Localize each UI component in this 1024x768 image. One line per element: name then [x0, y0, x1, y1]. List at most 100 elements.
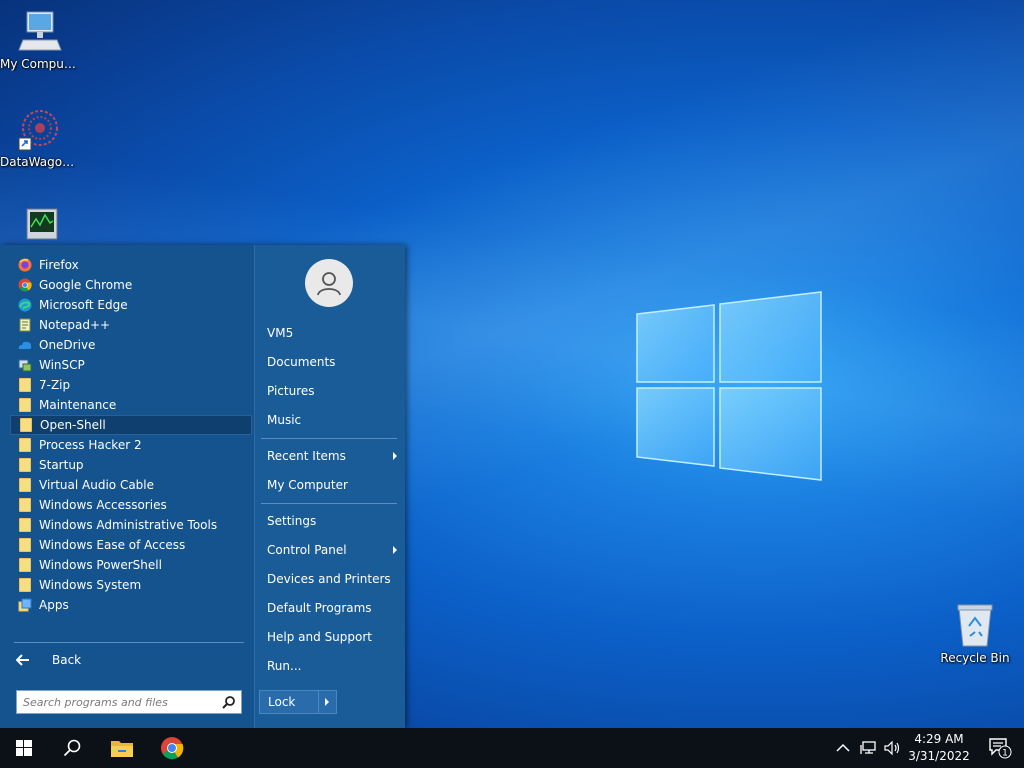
desktop-icon-recycle-bin[interactable]: Recycle Bin [935, 602, 1015, 665]
edge-icon [18, 298, 32, 312]
datawagon-icon [18, 110, 58, 151]
program-item[interactable]: WinSCP [10, 355, 252, 375]
menu-item-user[interactable]: VM5 [267, 322, 401, 344]
taskbar-search-button[interactable] [48, 728, 96, 768]
taskbar-clock[interactable]: 4:29 AM 3/31/2022 [902, 731, 976, 765]
program-label: Windows Ease of Access [39, 538, 186, 552]
program-label: WinSCP [39, 358, 85, 372]
program-item[interactable]: Firefox [10, 255, 252, 275]
menu-item-default-programs[interactable]: Default Programs [267, 597, 401, 619]
program-item[interactable]: Notepad++ [10, 315, 252, 335]
menu-item-control-panel[interactable]: Control Panel [267, 539, 401, 561]
program-label: Windows Administrative Tools [39, 518, 218, 532]
notepadpp-icon [19, 318, 31, 332]
search-icon [63, 739, 81, 757]
program-label: Microsoft Edge [39, 298, 128, 312]
desktop-icon-label: DataWagon... [0, 155, 80, 169]
program-item[interactable]: Windows Accessories [10, 495, 252, 515]
monitoring-app-icon [26, 208, 58, 240]
program-item[interactable]: Microsoft Edge [10, 295, 252, 315]
program-item[interactable]: Virtual Audio Cable [10, 475, 252, 495]
start-menu-places-pane: VM5 Documents Pictures Music Recent Item… [254, 245, 405, 728]
menu-item-label: Devices and Printers [267, 572, 391, 586]
desktop-icon-my-computer[interactable]: My Computer [0, 10, 80, 71]
program-item[interactable]: OneDrive [10, 335, 252, 355]
menu-item-music[interactable]: Music [267, 409, 401, 431]
taskbar-chrome[interactable] [148, 728, 196, 768]
notifications-icon: 1 [989, 738, 1012, 759]
windows-start-icon [16, 740, 32, 756]
folder-icon [19, 458, 31, 472]
desktop-icon-monitoring-app[interactable] [0, 207, 80, 247]
menu-item-run[interactable]: Run... [267, 655, 401, 677]
menu-item-my-computer[interactable]: My Computer [267, 474, 401, 496]
my-computer-icon [18, 11, 62, 51]
menu-item-label: Settings [267, 514, 317, 528]
menu-item-help-support[interactable]: Help and Support [267, 626, 401, 648]
onedrive-icon [18, 341, 32, 349]
menu-item-pictures[interactable]: Pictures [267, 380, 401, 402]
submenu-arrow-icon [393, 452, 397, 460]
program-item[interactable]: Windows PowerShell [10, 555, 252, 575]
menu-item-label: Run... [267, 659, 302, 673]
folder-icon [19, 578, 31, 592]
menu-item-settings[interactable]: Settings [267, 510, 401, 532]
start-menu: Firefox Google Chrome Microsoft Edge Notepa… [0, 245, 405, 728]
menu-item-label: VM5 [267, 326, 294, 340]
program-label: Virtual Audio Cable [39, 478, 155, 492]
program-label: Process Hacker 2 [39, 438, 142, 452]
shutdown-options-arrow[interactable] [318, 691, 336, 713]
program-label: 7-Zip [39, 378, 71, 392]
folder-icon [19, 498, 31, 512]
program-item[interactable]: 7-Zip [10, 375, 252, 395]
search-icon[interactable] [222, 696, 235, 709]
firefox-icon [18, 258, 32, 272]
lock-button[interactable]: Lock [259, 690, 337, 714]
program-item[interactable]: Apps [10, 595, 252, 615]
action-center-button[interactable]: 1 [976, 728, 1024, 768]
program-item[interactable]: Windows System [10, 575, 252, 595]
program-item[interactable]: Startup [10, 455, 252, 475]
menu-item-devices-printers[interactable]: Devices and Printers [267, 568, 401, 590]
menu-item-label: Control Panel [267, 543, 347, 557]
program-label: OneDrive [39, 338, 96, 352]
search-box[interactable] [16, 690, 242, 714]
program-label: Windows Accessories [39, 498, 167, 512]
program-item[interactable]: Windows Ease of Access [10, 535, 252, 555]
program-label: Apps [39, 598, 69, 612]
network-icon[interactable] [860, 741, 876, 755]
volume-icon[interactable] [884, 741, 902, 755]
folder-icon [20, 418, 32, 432]
back-button[interactable]: Back [16, 650, 81, 670]
chrome-icon [161, 737, 184, 760]
program-item[interactable]: Process Hacker 2 [10, 435, 252, 455]
start-menu-programs-pane: Firefox Google Chrome Microsoft Edge Notepa… [0, 245, 254, 728]
program-item[interactable]: Google Chrome [10, 275, 252, 295]
clock-time: 4:29 AM [914, 732, 964, 746]
program-item[interactable]: Maintenance [10, 395, 252, 415]
user-avatar[interactable] [305, 259, 353, 307]
program-label: Windows System [39, 578, 142, 592]
start-button[interactable] [0, 728, 48, 768]
program-label: Windows PowerShell [39, 558, 162, 572]
program-label: Open-Shell [40, 418, 106, 432]
folder-icon [19, 378, 31, 392]
menu-item-recent-items[interactable]: Recent Items [267, 445, 401, 467]
search-input[interactable] [23, 695, 219, 709]
menu-item-documents[interactable]: Documents [267, 351, 401, 373]
desktop-icon-datawagon[interactable]: DataWagon... [0, 108, 80, 169]
back-arrow-icon [16, 654, 29, 666]
menu-item-label: My Computer [267, 478, 348, 492]
show-hidden-icons-chevron-icon[interactable] [836, 743, 850, 753]
program-item[interactable]: Open-Shell [10, 415, 252, 435]
taskbar-file-explorer[interactable] [98, 728, 146, 768]
divider [261, 438, 397, 439]
winscp-icon [18, 359, 32, 372]
desktop-icon-label: My Computer [0, 57, 80, 71]
program-item[interactable]: Windows Administrative Tools [10, 515, 252, 535]
recycle-bin-icon [957, 604, 993, 647]
folder-icon [19, 518, 31, 532]
program-label: Startup [39, 458, 84, 472]
program-label: Notepad++ [39, 318, 111, 332]
submenu-arrow-icon [393, 546, 397, 554]
